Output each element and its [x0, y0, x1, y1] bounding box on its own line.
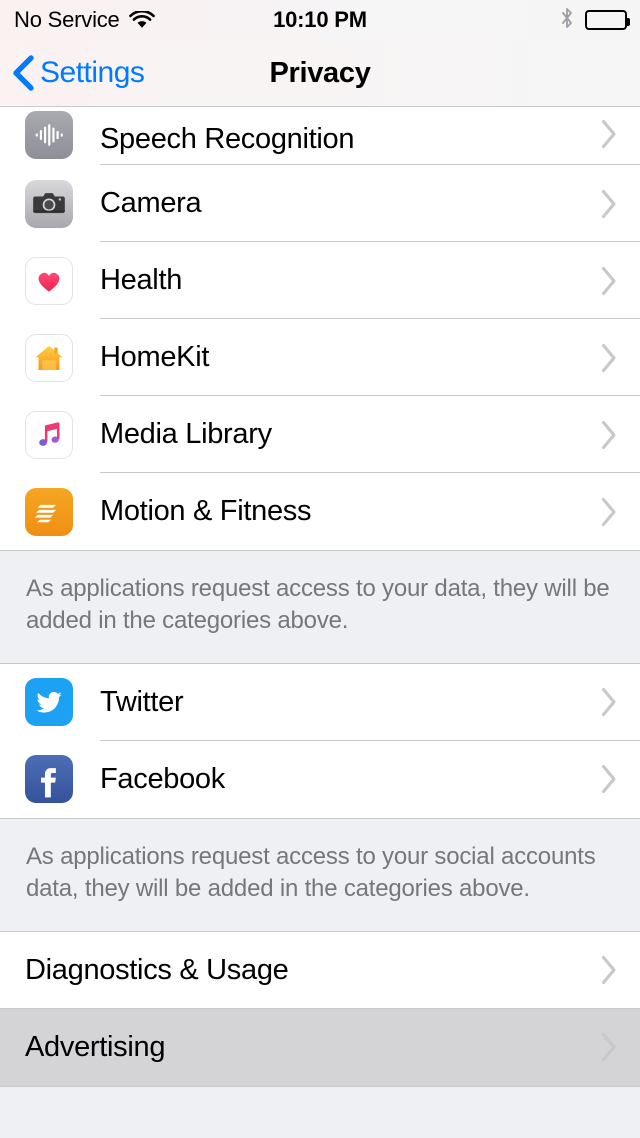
iphone-screen: No Service 10:10 PM Settings Privacy Spe… [0, 0, 640, 1138]
settings-row-label: HomeKit [100, 341, 210, 373]
settings-row-health[interactable]: Health [0, 242, 640, 319]
settings-row-label: Speech Recognition [100, 123, 355, 155]
chevron-right-icon [601, 687, 618, 717]
homekit-icon [25, 333, 73, 382]
settings-row-twitter[interactable]: Twitter [0, 663, 640, 741]
settings-group-social-accounts: Twitter Facebook [0, 662, 640, 819]
chevron-right-icon [601, 955, 618, 985]
settings-row-speech-recognition[interactable]: Speech Recognition [0, 107, 640, 165]
battery-icon [585, 10, 630, 30]
clock-label: 10:10 PM [273, 7, 367, 32]
chevron-right-icon [601, 764, 618, 794]
list-bottom-spacer [0, 1086, 640, 1138]
chevron-right-icon [601, 497, 618, 527]
settings-group-footer-social-accounts: As applications request access to your s… [0, 818, 640, 931]
status-bar-right [560, 7, 630, 34]
page-title: Privacy [269, 56, 371, 89]
settings-group-footer-permissions: As applications request access to your d… [0, 551, 640, 663]
settings-row-label: Advertising [25, 1030, 166, 1063]
facebook-icon [25, 755, 73, 804]
settings-row-label: Diagnostics & Usage [25, 953, 289, 986]
navigation-bar: Settings Privacy [0, 40, 640, 107]
chevron-right-icon [601, 1032, 618, 1062]
settings-group-diagnostics-advertising: Diagnostics & Usage Advertising [0, 930, 640, 1087]
settings-row-label: Media Library [100, 418, 272, 450]
health-icon [25, 256, 73, 305]
settings-row-facebook[interactable]: Facebook [0, 740, 640, 818]
settings-list[interactable]: Speech Recognition Camera Health HomeKit Med… [0, 107, 640, 1138]
settings-row-media-library[interactable]: Media Library [0, 396, 640, 473]
media-library-icon [25, 410, 73, 459]
settings-row-label: Motion & Fitness [100, 495, 312, 527]
status-bar: No Service 10:10 PM [0, 0, 640, 40]
settings-row-motion-fitness[interactable]: Motion & Fitness [0, 473, 640, 550]
settings-row-homekit[interactable]: HomeKit [0, 319, 640, 396]
settings-row-diagnostics-usage[interactable]: Diagnostics & Usage [0, 931, 640, 1009]
settings-row-label: Health [100, 264, 183, 296]
settings-row-label: Camera [100, 187, 202, 219]
settings-row-camera[interactable]: Camera [0, 165, 640, 242]
settings-row-label: Facebook [100, 762, 225, 795]
chevron-right-icon [601, 420, 618, 450]
motion-fitness-icon [25, 487, 73, 536]
camera-icon [25, 179, 73, 228]
bluetooth-icon [560, 7, 574, 34]
chevron-right-icon [601, 266, 618, 296]
chevron-right-icon [601, 189, 618, 219]
speech-recognition-icon [25, 111, 73, 159]
settings-row-label: Twitter [100, 685, 184, 718]
settings-group-permissions: Speech Recognition Camera Health HomeKit Med… [0, 107, 640, 551]
chevron-right-icon [601, 119, 618, 149]
chevron-right-icon [601, 343, 618, 373]
settings-row-advertising[interactable]: Advertising [0, 1008, 640, 1086]
twitter-icon [25, 678, 73, 727]
